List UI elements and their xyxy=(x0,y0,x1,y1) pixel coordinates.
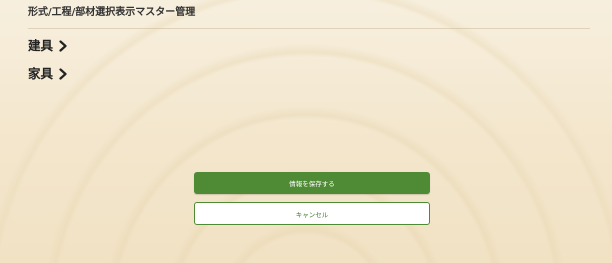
section-kagu-toggle[interactable]: 家具 xyxy=(28,64,68,84)
page-title: 形式/工程/部材選択表示マスター管理 xyxy=(28,7,196,18)
save-button[interactable]: 情報を保存する xyxy=(194,172,430,194)
save-button-label: 情報を保存する xyxy=(289,180,335,188)
section-label-tategu: 建具 xyxy=(28,38,54,53)
cancel-button-label: キャンセル xyxy=(295,210,329,219)
section-label-kagu: 家具 xyxy=(28,66,54,81)
cancel-button[interactable]: キャンセル xyxy=(194,202,430,225)
chevron-right-icon xyxy=(59,40,67,52)
chevron-right-icon xyxy=(59,68,67,80)
section-tategu-toggle[interactable]: 建具 xyxy=(28,36,68,56)
page-header: 形式/工程/部材選択表示マスター管理 xyxy=(28,6,590,29)
